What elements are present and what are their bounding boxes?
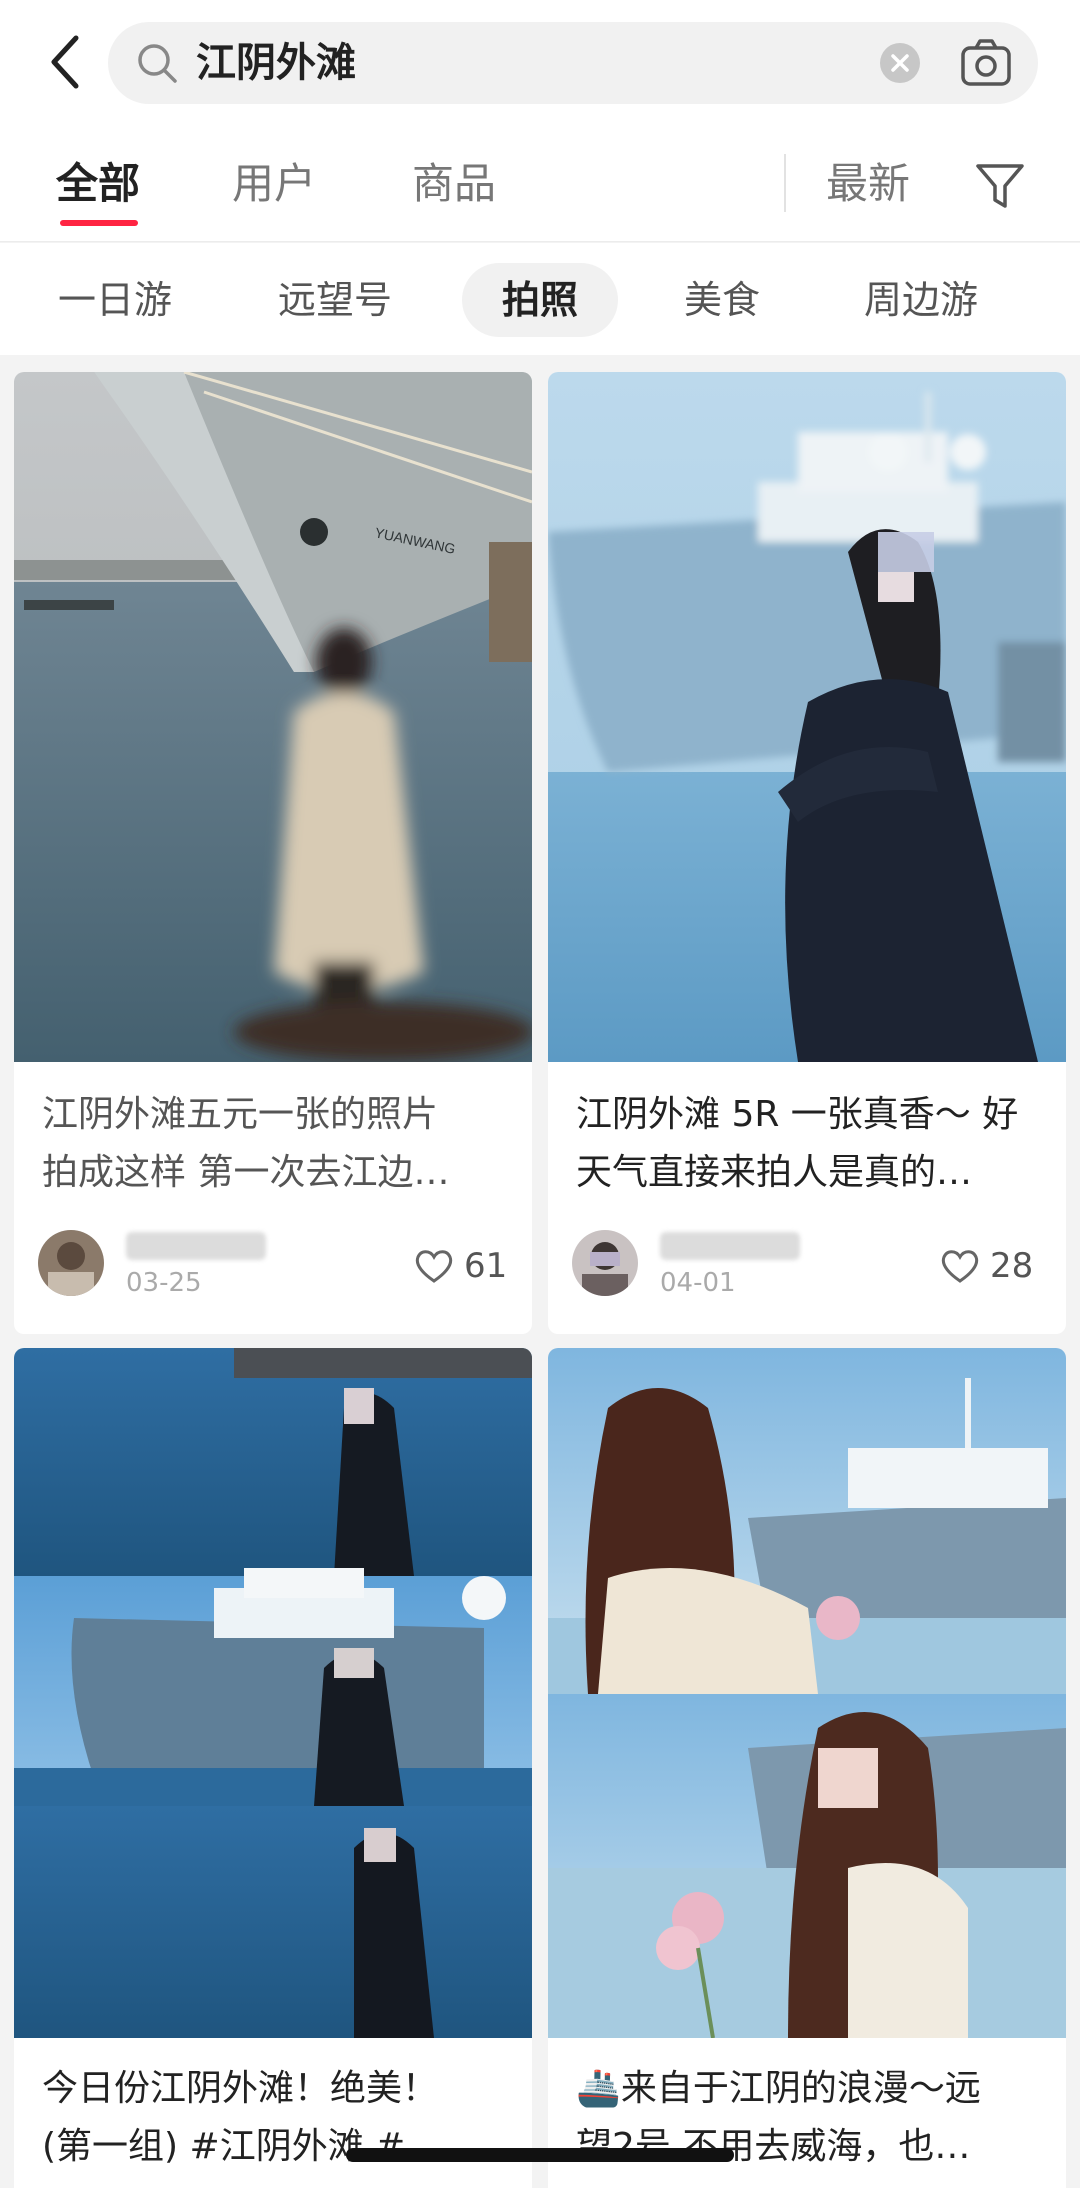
note-cover-image[interactable] xyxy=(548,372,1066,1062)
heart-icon xyxy=(415,1250,453,1283)
chevron-left-icon xyxy=(51,35,79,89)
note-card[interactable]: YUANWANG 江阴外滩五元一张的照片 拍成这样 第一次去江边… 03-25 … xyxy=(14,372,532,1334)
post-date: 03-25 xyxy=(126,1268,202,1298)
note-title[interactable]: 江阴外滩 5R 一张真香～ 好 天气直接来拍人是真的… xyxy=(576,1086,1042,1202)
author-name-redacted[interactable] xyxy=(126,1232,266,1260)
search-input[interactable]: 江阴外滩 xyxy=(108,22,1038,104)
note-title-line: (第一组) #江阴外滩 #… xyxy=(42,2126,442,2167)
avatar[interactable] xyxy=(572,1230,638,1296)
heart-icon xyxy=(941,1250,979,1283)
chip-day-trip[interactable]: 一日游 xyxy=(18,263,212,337)
note-title-line: 天气直接来拍人是真的… xyxy=(576,1152,973,1193)
note-title-line: 望2号 不用去威海，也… xyxy=(576,2126,971,2167)
tab-divider xyxy=(784,154,786,212)
like-count: 61 xyxy=(464,1246,508,1286)
post-date: 04-01 xyxy=(660,1268,736,1298)
back-button[interactable] xyxy=(40,30,90,94)
note-card[interactable]: 江阴外滩 5R 一张真香～ 好 天气直接来拍人是真的… 04-01 28 xyxy=(548,372,1066,1334)
topic-chips: 一日游 远望号 拍照 美食 周边游 xyxy=(0,243,1080,355)
close-icon xyxy=(891,54,909,72)
result-type-tabs: 全部 用户 商品 最新 xyxy=(0,130,1080,242)
tab-users[interactable]: 用户 xyxy=(232,154,316,214)
like-button[interactable]: 28 xyxy=(940,1244,1033,1288)
filter-icon[interactable] xyxy=(972,160,1028,212)
note-title-line: 今日份江阴外滩！绝美！ xyxy=(42,2068,439,2109)
tab-all[interactable]: 全部 xyxy=(56,154,140,214)
search-header: 江阴外滩 xyxy=(0,0,1080,130)
chip-yuanwang[interactable]: 远望号 xyxy=(238,263,432,337)
search-query-text[interactable]: 江阴外滩 xyxy=(196,22,356,104)
camera-icon[interactable] xyxy=(960,38,1012,88)
author-name-redacted[interactable] xyxy=(660,1232,800,1260)
note-cover-image[interactable]: YUANWANG xyxy=(14,372,532,1062)
note-cover-image[interactable] xyxy=(14,1348,532,2038)
note-title-line: 拍成这样 第一次去江边… xyxy=(42,1152,450,1193)
note-cover-image[interactable] xyxy=(548,1348,1066,2038)
search-icon xyxy=(138,44,177,83)
note-card[interactable]: 今日份江阴外滩！绝美！ (第一组) #江阴外滩 #… xyxy=(14,1348,532,2188)
chip-food[interactable]: 美食 xyxy=(644,263,800,337)
note-title-line: 江阴外滩 5R 一张真香～ 好 xyxy=(576,1094,1019,1135)
note-card[interactable]: 🚢来自于江阴的浪漫～远 望2号 不用去威海，也… xyxy=(548,1348,1066,2188)
note-title-line: 江阴外滩五元一张的照片 xyxy=(42,1094,439,1135)
note-title[interactable]: 江阴外滩五元一张的照片 拍成这样 第一次去江边… xyxy=(42,1086,508,1202)
like-count: 28 xyxy=(990,1246,1034,1286)
clear-search-button[interactable] xyxy=(880,43,920,83)
chip-nearby[interactable]: 周边游 xyxy=(824,263,1018,337)
active-tab-indicator xyxy=(60,220,138,226)
chip-photography[interactable]: 拍照 xyxy=(462,263,619,337)
avatar[interactable] xyxy=(38,1230,104,1296)
tab-products[interactable]: 商品 xyxy=(412,154,496,214)
note-title-line: 🚢来自于江阴的浪漫～远 xyxy=(576,2068,981,2109)
like-button[interactable]: 61 xyxy=(414,1244,507,1288)
home-indicator[interactable] xyxy=(346,2148,734,2162)
sort-latest-button[interactable]: 最新 xyxy=(826,154,910,214)
